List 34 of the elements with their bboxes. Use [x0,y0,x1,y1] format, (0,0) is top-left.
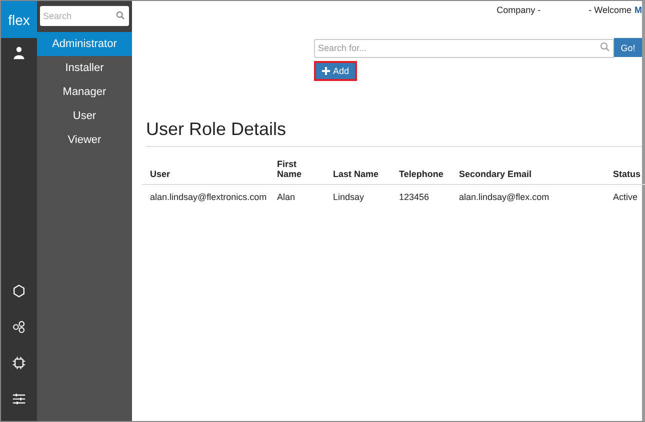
chip-icon [12,356,26,370]
hexagon-icon [12,284,26,298]
user-icon [12,46,26,60]
plus-icon [322,67,330,75]
sidebar-item[interactable]: Installer [37,56,132,80]
user-link[interactable]: M [634,5,642,15]
company-label: Company - [496,5,541,15]
go-button[interactable]: Go! [614,38,642,57]
column-header[interactable]: First Name [269,155,325,185]
page-title: User Role Details [146,119,642,147]
sidebar-item[interactable]: User [37,104,132,128]
table-cell-text: alan.lindsay@flextronics.com [149,191,268,204]
sidebar-item[interactable]: Manager [37,80,132,104]
table-cell-text: Lindsay [332,191,366,204]
circles-icon [12,320,26,334]
table-cell-text: Alan [276,191,296,204]
sidebar-item[interactable]: Viewer [37,128,132,152]
sidebar-item[interactable]: Administrator [37,32,132,56]
column-header[interactable]: User [142,155,269,185]
column-header[interactable]: Telephone [391,155,451,185]
add-button[interactable]: Add [314,61,358,81]
column-header[interactable]: Secondary Email [451,155,605,185]
column-header[interactable]: Status [605,155,645,185]
search-icon [116,11,125,20]
brand-logo: flex [1,1,37,38]
table-cell-text: 123456 [398,191,430,204]
search-field[interactable]: Search for... [314,38,614,58]
search-field[interactable]: Search [40,6,129,26]
column-header[interactable]: Last Name [325,155,391,185]
table-cell-text: alan.lindsay@flex.com [458,191,550,204]
table-cell-text: Active [612,191,639,204]
welcome-text: - Welcome [588,5,632,15]
sliders-icon [12,392,26,406]
search-icon [600,42,610,52]
